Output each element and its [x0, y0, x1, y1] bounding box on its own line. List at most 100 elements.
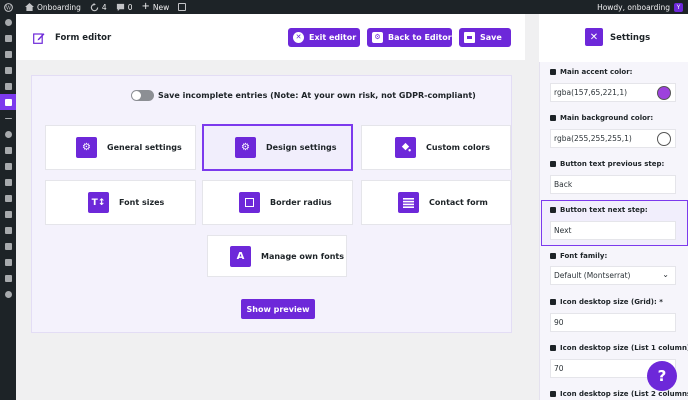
- tag-icon: [550, 161, 556, 167]
- background-color-input[interactable]: rgba(255,255,255,1): [550, 129, 676, 148]
- exit-editor-button[interactable]: ✕ Exit editor: [288, 28, 360, 47]
- font-family-value: Default (Montserrat): [554, 271, 631, 280]
- tile-general-settings[interactable]: ⚙ General settings: [45, 125, 196, 170]
- menu-separator-icon: [0, 110, 16, 126]
- accent-color-input[interactable]: rgba(157,65,221,1): [550, 83, 676, 102]
- comments-count: 0: [127, 2, 133, 12]
- font-family-label: Font family:: [550, 252, 607, 260]
- icon-list2-size-label: Icon desktop size (List 2 columns): *: [550, 390, 688, 398]
- tile-label: Border radius: [270, 198, 332, 207]
- tile-manage-own-fonts[interactable]: A Manage own fonts: [207, 235, 347, 277]
- close-settings-button[interactable]: ✕: [585, 28, 603, 46]
- font-family-select[interactable]: Default (Montserrat) ⌄: [550, 266, 676, 285]
- admin-side-menu: [0, 14, 16, 400]
- dashboard-icon[interactable]: [0, 14, 16, 30]
- posts-pin-icon[interactable]: [0, 30, 16, 46]
- help-button[interactable]: ?: [647, 361, 677, 391]
- close-circle-icon: ✕: [293, 32, 304, 43]
- icon-grid-size-input[interactable]: 90: [550, 313, 676, 332]
- label-text: Main accent color:: [560, 68, 633, 76]
- form-plugin-icon[interactable]: [0, 94, 16, 110]
- page-title: Form editor: [55, 33, 112, 43]
- pages-icon[interactable]: [0, 62, 16, 78]
- text-size-icon: [550, 345, 556, 351]
- exit-editor-label: Exit editor: [309, 33, 357, 42]
- play-circle-icon[interactable]: [0, 286, 16, 302]
- appearance-brush-icon[interactable]: [0, 190, 16, 206]
- new-content-link[interactable]: + New: [141, 2, 169, 12]
- admin-bar: W Onboarding 4 0 + New Howdy, onboarding…: [0, 0, 688, 14]
- tile-label: Contact form: [429, 198, 488, 207]
- site-name: Onboarding: [37, 2, 81, 12]
- tile-design-settings[interactable]: ⚙ Design settings: [202, 124, 353, 171]
- tile-custom-colors[interactable]: Custom colors: [361, 125, 511, 170]
- prev-step-input[interactable]: Back: [550, 175, 676, 194]
- back-to-editor-button[interactable]: ⚙ Back to Editor: [367, 28, 452, 47]
- chart-icon[interactable]: [0, 174, 16, 190]
- yoast-icon[interactable]: [178, 3, 187, 11]
- updates-count: 4: [101, 2, 107, 12]
- show-preview-button[interactable]: Show preview: [241, 299, 315, 319]
- paint-bucket-icon: [395, 137, 416, 158]
- next-step-label: Button text next step:: [550, 206, 648, 214]
- next-step-input[interactable]: Next: [550, 221, 676, 240]
- label-text: Main background color:: [560, 114, 654, 122]
- box-icon[interactable]: [0, 158, 16, 174]
- media-icon[interactable]: [0, 46, 16, 62]
- close-icon: ✕: [589, 31, 599, 43]
- comments-menu-icon[interactable]: [0, 78, 16, 94]
- tag-icon: [550, 207, 556, 213]
- wordpress-logo-icon[interactable]: W: [4, 2, 16, 12]
- label-text: Icon desktop size (Grid): *: [560, 298, 663, 306]
- pen-icon: [550, 253, 556, 259]
- label-text: Icon desktop size (List 2 columns): *: [560, 390, 688, 398]
- new-label: New: [152, 2, 170, 12]
- background-color-label: Main background color:: [550, 114, 653, 122]
- accent-color-swatch[interactable]: [657, 86, 671, 100]
- refresh-icon: [90, 2, 99, 11]
- tile-font-sizes[interactable]: T↕ Font sizes: [45, 180, 196, 225]
- users-icon[interactable]: [0, 222, 16, 238]
- plugins-icon[interactable]: [0, 206, 16, 222]
- settings-icon[interactable]: [0, 254, 16, 270]
- accent-color-label: Main accent color:: [550, 68, 632, 76]
- background-color-swatch[interactable]: [657, 132, 671, 146]
- icon-grid-size-label: Icon desktop size (Grid): *: [550, 298, 663, 306]
- tile-label: Design settings: [266, 143, 337, 152]
- tools-wrench-icon[interactable]: [0, 238, 16, 254]
- woocommerce-icon[interactable]: [0, 126, 16, 142]
- prev-step-label: Button text previous step:: [550, 160, 664, 168]
- save-incomplete-label: Save incomplete entries (Note: At your o…: [158, 91, 476, 100]
- toggle-knob: [132, 91, 141, 100]
- icon-list1-size-label: Icon desktop size (List 1 column): *: [550, 344, 688, 352]
- folder-icon[interactable]: [0, 142, 16, 158]
- text-size-icon: [550, 391, 556, 397]
- tile-label: Custom colors: [426, 143, 490, 152]
- back-to-editor-label: Back to Editor: [388, 33, 452, 42]
- svg-text:W: W: [6, 5, 12, 11]
- text-size-icon: T↕: [88, 192, 109, 213]
- list-icon: [398, 192, 419, 213]
- save-incomplete-toggle[interactable]: [131, 90, 154, 101]
- text-size-icon: [550, 299, 556, 305]
- updates-link[interactable]: 4: [90, 2, 107, 12]
- home-icon: [25, 3, 34, 11]
- yoast-menu-icon[interactable]: [0, 270, 16, 286]
- save-label: Save: [480, 33, 502, 42]
- edit-icon: [33, 32, 45, 47]
- greeting: Howdy, onboarding: [597, 2, 670, 12]
- accent-color-value: rgba(157,65,221,1): [554, 88, 628, 97]
- font-icon: A: [230, 245, 251, 267]
- account-menu[interactable]: Howdy, onboarding Y: [597, 0, 683, 14]
- gear-icon: ⚙: [372, 32, 383, 43]
- avatar: Y: [674, 2, 683, 12]
- comment-icon: [116, 3, 124, 11]
- site-name-link[interactable]: Onboarding: [25, 3, 81, 12]
- comments-link[interactable]: 0: [116, 2, 133, 12]
- palette-icon: [550, 115, 556, 121]
- gear-icon: ⚙: [235, 137, 256, 158]
- tile-border-radius[interactable]: Border radius: [202, 180, 353, 225]
- chevron-down-icon: ⌄: [662, 270, 669, 279]
- tile-contact-form[interactable]: Contact form: [361, 180, 511, 225]
- save-button[interactable]: Save: [459, 28, 511, 47]
